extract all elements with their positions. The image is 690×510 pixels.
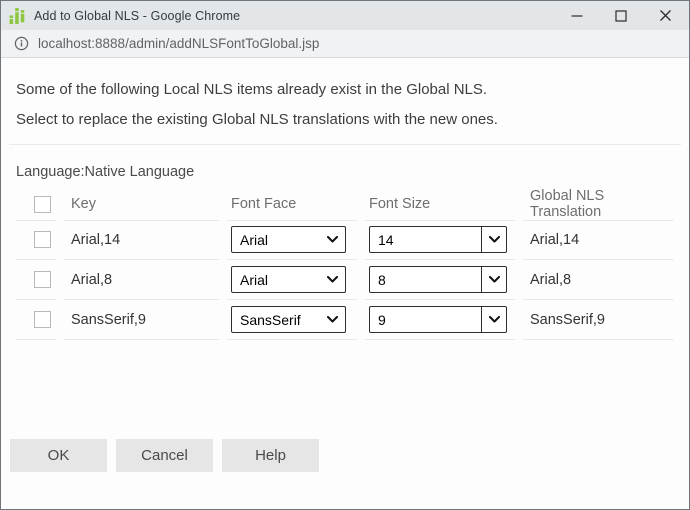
font-size-value: 14	[370, 232, 481, 248]
chrome-popup-window: Add to Global NLS - Google Chrome localh…	[0, 0, 690, 510]
dropdown-button[interactable]	[481, 227, 506, 252]
message-line-2: Select to replace the existing Global NL…	[16, 109, 674, 130]
row-translation: Arial,8	[523, 260, 674, 300]
font-face-value: Arial	[240, 232, 268, 248]
dialog-button-row: OK Cancel Help	[10, 439, 674, 472]
ok-button[interactable]: OK	[10, 439, 107, 472]
font-face-value: Arial	[240, 272, 268, 288]
message-line-1: Some of the following Local NLS items al…	[16, 79, 674, 100]
chevron-down-icon	[327, 276, 338, 283]
chevron-down-icon	[489, 236, 500, 243]
row-key: Arial,14	[64, 220, 219, 260]
font-face-value: SansSerif	[240, 312, 301, 328]
font-size-value: 8	[370, 272, 481, 288]
window-title: Add to Global NLS - Google Chrome	[34, 9, 240, 23]
row-checkbox[interactable]	[34, 231, 51, 248]
font-size-select[interactable]: 14	[369, 226, 507, 253]
row-translation: SansSerif,9	[523, 300, 674, 340]
close-icon	[659, 9, 672, 22]
font-size-select[interactable]: 8	[369, 266, 507, 293]
chevron-down-icon	[327, 236, 338, 243]
row-checkbox[interactable]	[34, 271, 51, 288]
chevron-down-icon	[489, 316, 500, 323]
table-row: SansSerif,9 SansSerif 9 SansSerif,	[16, 300, 674, 340]
font-size-value: 9	[370, 312, 481, 328]
close-button[interactable]	[643, 1, 687, 30]
maximize-icon	[615, 10, 627, 22]
row-key: Arial,8	[64, 260, 219, 300]
column-header-font-face: Font Face	[231, 196, 296, 212]
column-header-font-size: Font Size	[369, 196, 430, 212]
dropdown-button[interactable]	[481, 267, 506, 292]
url-text: localhost:8888/admin/addNLSFontToGlobal.…	[38, 36, 319, 51]
equalizer-chart-icon	[8, 7, 26, 25]
table-row: Arial,8 Arial 8 Arial,8	[16, 260, 674, 300]
font-face-select[interactable]: SansSerif	[231, 306, 346, 333]
font-face-select[interactable]: Arial	[231, 226, 346, 253]
url-bar[interactable]: localhost:8888/admin/addNLSFontToGlobal.…	[1, 30, 689, 58]
cancel-button[interactable]: Cancel	[116, 439, 213, 472]
chevron-down-icon	[489, 276, 500, 283]
window-titlebar: Add to Global NLS - Google Chrome	[1, 1, 689, 30]
column-header-key: Key	[71, 196, 96, 212]
row-translation: Arial,14	[523, 220, 674, 260]
info-icon[interactable]	[14, 36, 29, 51]
message-block: Some of the following Local NLS items al…	[16, 58, 674, 130]
font-size-select[interactable]: 9	[369, 306, 507, 333]
language-section-label: Language:Native Language	[16, 164, 674, 180]
nls-table: Key Font Face Font Size Global NLS Trans…	[16, 188, 674, 340]
row-key: SansSerif,9	[64, 300, 219, 340]
column-header-translation: Global NLS Translation	[530, 188, 674, 220]
help-button[interactable]: Help	[222, 439, 319, 472]
minimize-button[interactable]	[555, 1, 599, 30]
dropdown-button[interactable]	[481, 307, 506, 332]
select-all-checkbox[interactable]	[34, 196, 51, 213]
table-header-row: Key Font Face Font Size Global NLS Trans…	[16, 188, 674, 220]
font-face-select[interactable]: Arial	[231, 266, 346, 293]
minimize-icon	[571, 10, 583, 22]
chevron-down-icon	[327, 316, 338, 323]
dialog-content: Some of the following Local NLS items al…	[1, 58, 689, 509]
section-divider	[9, 144, 681, 145]
table-row: Arial,14 Arial 14 Arial,14	[16, 220, 674, 260]
window-controls	[555, 1, 689, 30]
maximize-button[interactable]	[599, 1, 643, 30]
row-checkbox[interactable]	[34, 311, 51, 328]
